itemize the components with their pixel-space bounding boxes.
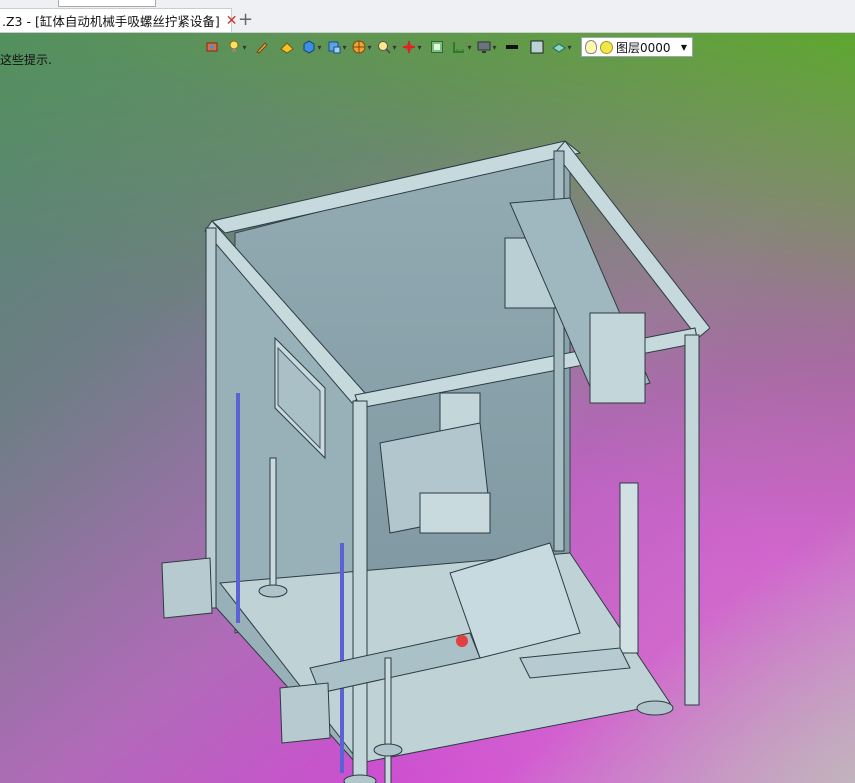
bulb-icon [585, 40, 597, 54]
color-box-icon[interactable] [525, 36, 549, 58]
light-icon[interactable]: ▾ [225, 36, 249, 58]
close-icon[interactable]: ✕ [226, 13, 238, 29]
viewport-hint: 这些提示. [0, 53, 52, 67]
document-tab[interactable]: .Z3 - [缸体自动机械手吸螺丝拧紧设备] ✕ [0, 8, 237, 32]
front-left-post [352, 400, 368, 782]
surface-icon[interactable]: ▾ [550, 36, 574, 58]
line-style-icon[interactable] [500, 36, 524, 58]
axis-icon[interactable]: ▾ [400, 36, 424, 58]
display-icon[interactable]: ▾ [475, 36, 499, 58]
sun-icon [600, 40, 613, 54]
chevron-down-icon: ▼ [680, 42, 687, 52]
box-icon[interactable]: ▾ [300, 36, 324, 58]
foot-box-front [279, 682, 331, 744]
new-tab-button[interactable]: + [238, 9, 253, 30]
document-tab-title: .Z3 - [缸体自动机械手吸螺丝拧紧设备] [2, 14, 220, 29]
view-toolbar: ▾ ▾ ▾ ▾ ▾ ▾ ▾ ▾ ▾ 图层0000 ▼ [200, 35, 693, 59]
layer-label: 图层0000 [616, 40, 671, 55]
foot-box-left [161, 557, 213, 619]
guide-rod [619, 482, 639, 654]
view-icon[interactable] [200, 36, 224, 58]
3d-viewport[interactable]: 这些提示. ▾ ▾ ▾ ▾ ▾ ▾ ▾ ▾ ▾ 图层0000 ▼ [0, 33, 855, 783]
front-right-post [684, 334, 700, 706]
frame-icon[interactable] [425, 36, 449, 58]
pen-icon[interactable] [250, 36, 274, 58]
tab-bar: .Z3 - [缸体自动机械手吸螺丝拧紧设备] ✕ + [0, 0, 855, 33]
sphere-icon[interactable]: ▾ [350, 36, 374, 58]
top-search-input[interactable] [58, 0, 156, 7]
cube-render-icon[interactable]: ▾ [325, 36, 349, 58]
machine-model[interactable] [150, 113, 710, 783]
layer-dropdown[interactable]: 图层0000 ▼ [581, 37, 693, 57]
zoom-icon[interactable]: ▾ [375, 36, 399, 58]
ruler-icon[interactable]: ▾ [450, 36, 474, 58]
paint-icon[interactable] [275, 36, 299, 58]
